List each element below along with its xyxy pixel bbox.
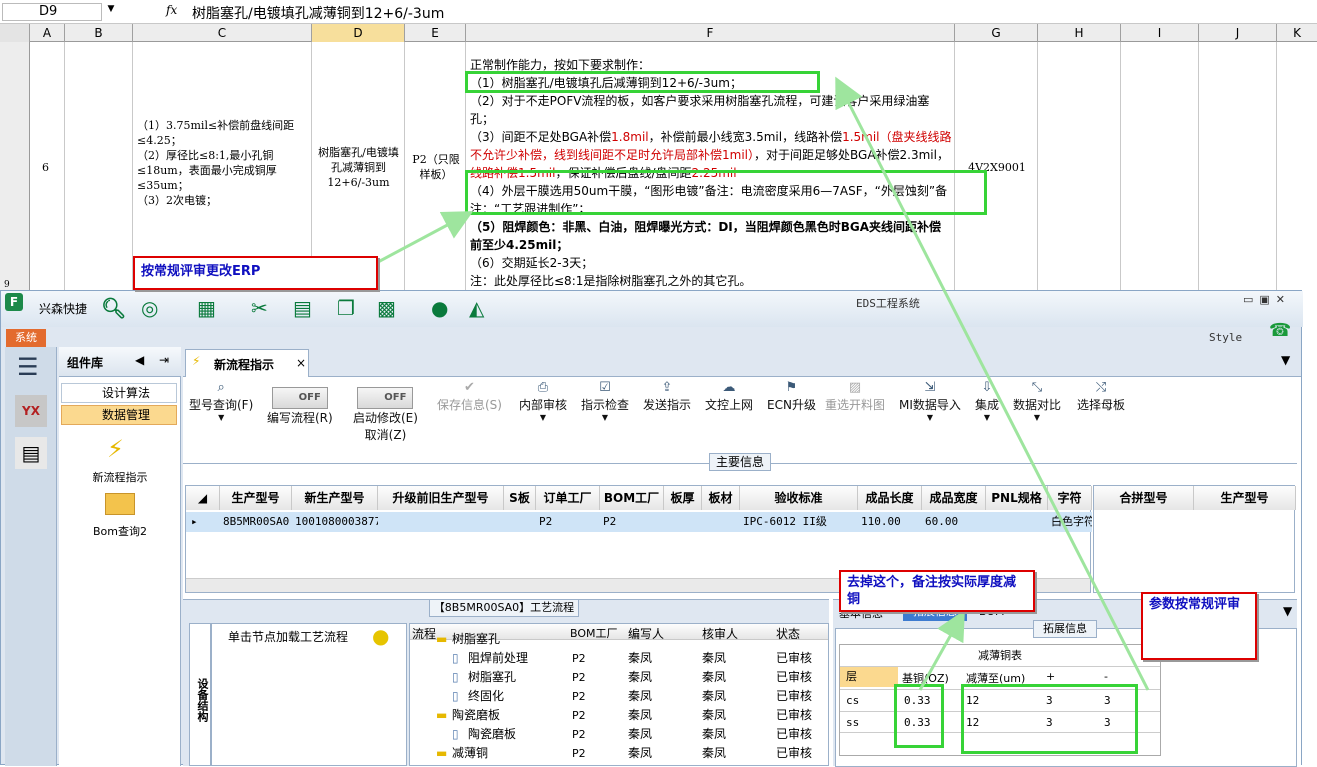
callout-param: 参数按常规评审 — [1141, 592, 1257, 660]
annotation-arrows — [377, 76, 1150, 691]
arrow-line — [918, 609, 965, 691]
arrow-line — [377, 211, 474, 264]
callout-remove: 去掉这个，备注按实际厚度减铜 — [839, 570, 1035, 612]
callout-erp: 按常规评审更改ERP — [133, 256, 378, 290]
